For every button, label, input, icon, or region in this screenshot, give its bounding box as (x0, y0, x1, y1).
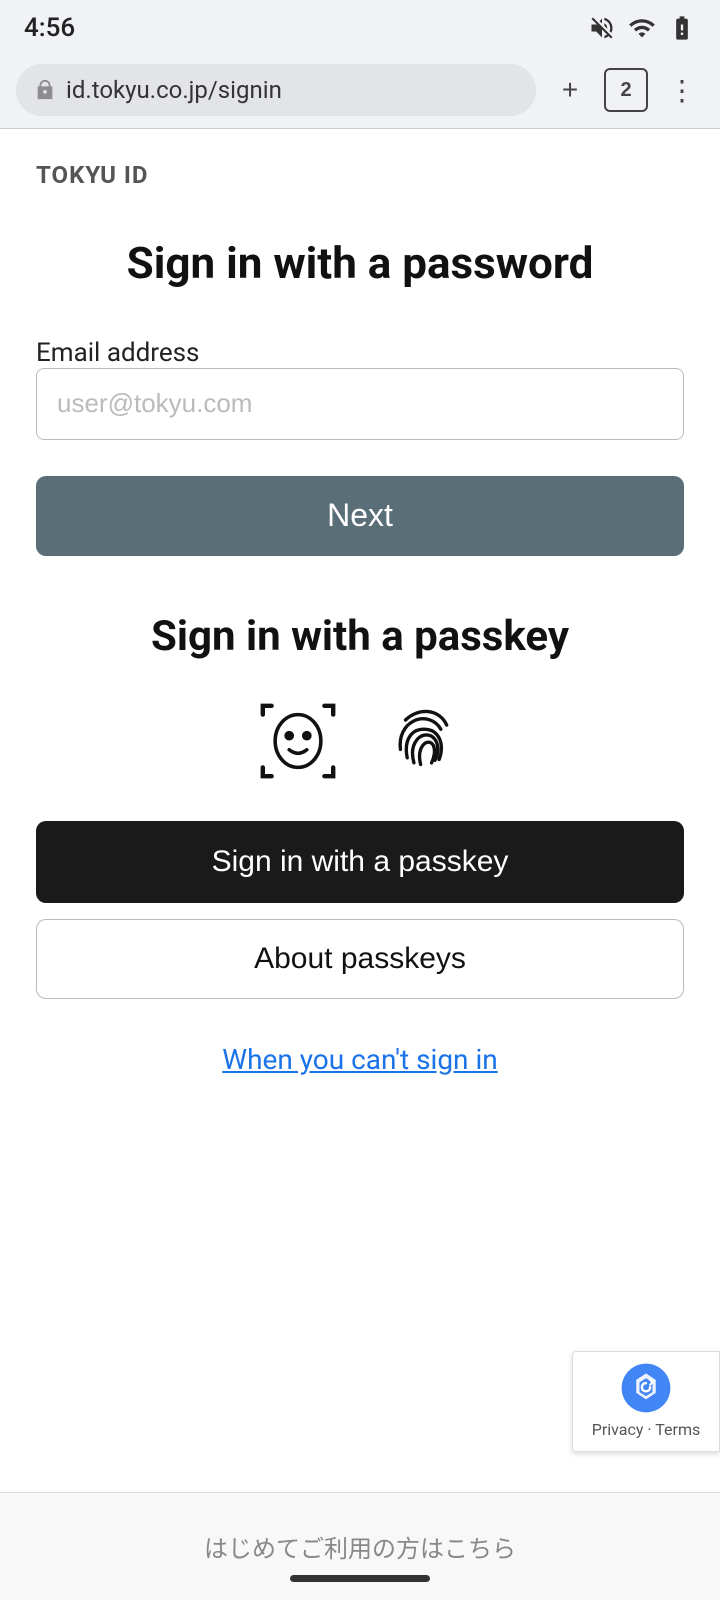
fingerprint-icon (382, 699, 466, 783)
email-input[interactable] (36, 368, 684, 440)
cant-signin-link[interactable]: When you can't sign in (36, 1043, 684, 1076)
next-button[interactable]: Next (36, 476, 684, 556)
url-text: id.tokyu.co.jp/signin (66, 76, 282, 104)
menu-button[interactable]: ⋮ (660, 68, 704, 112)
status-time: 4:56 (24, 13, 75, 43)
recaptcha-privacy[interactable]: Privacy (592, 1420, 644, 1439)
bottom-bar[interactable]: はじめてご利用の方はこちら (0, 1492, 720, 1600)
register-link[interactable]: はじめてご利用の方はこちら (204, 1529, 516, 1564)
main-content: TOKYU ID Sign in with a password Email a… (0, 129, 720, 1529)
lock-icon (34, 79, 56, 101)
recaptcha-logo (620, 1362, 672, 1414)
mute-icon (588, 14, 616, 42)
wifi-icon (628, 14, 656, 42)
sign-in-passkey-button[interactable]: Sign in with a passkey (36, 821, 684, 903)
add-tab-button[interactable]: + (548, 68, 592, 112)
recaptcha-terms[interactable]: Terms (655, 1420, 700, 1439)
face-id-icon (254, 697, 342, 785)
recaptcha-badge: Privacy · Terms (572, 1351, 720, 1452)
brand-title: TOKYU ID (36, 161, 684, 189)
passkey-section-heading: Sign in with a passkey (36, 612, 684, 661)
address-bar[interactable]: id.tokyu.co.jp/signin (16, 64, 536, 116)
bottom-handle (290, 1575, 430, 1582)
about-passkeys-button[interactable]: About passkeys (36, 919, 684, 999)
battery-icon (668, 14, 696, 42)
passkey-icons (36, 697, 684, 785)
password-section-heading: Sign in with a password (36, 237, 684, 290)
browser-bar: id.tokyu.co.jp/signin + 2 ⋮ (0, 56, 720, 128)
status-bar: 4:56 (0, 0, 720, 56)
status-icons (588, 14, 696, 42)
email-label: Email address (36, 338, 199, 368)
recaptcha-text: Privacy · Terms (592, 1420, 700, 1441)
tabs-button[interactable]: 2 (604, 68, 648, 112)
